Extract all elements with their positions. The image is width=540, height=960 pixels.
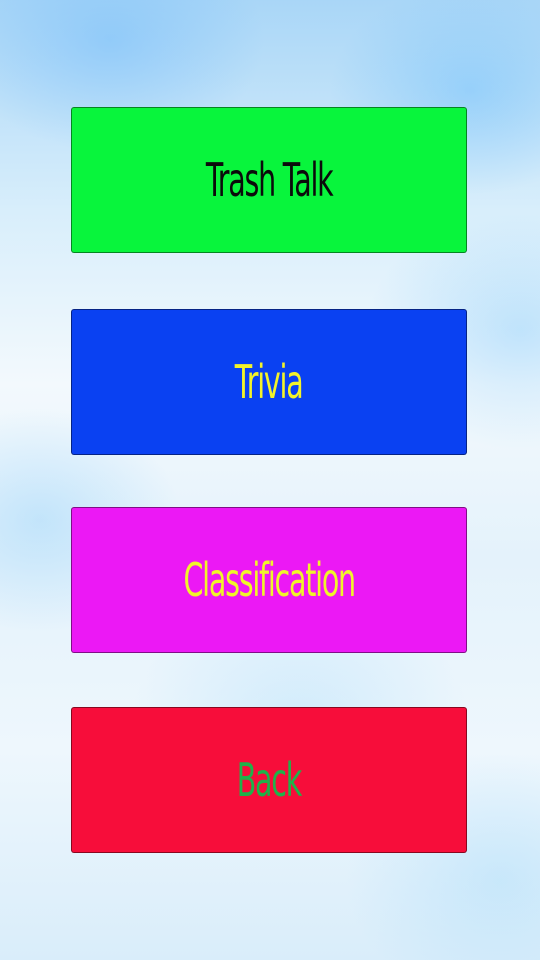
- trivia-button[interactable]: Trivia: [71, 309, 467, 455]
- trivia-label: Trivia: [235, 355, 304, 409]
- trash-talk-label: Trash Talk: [205, 153, 334, 207]
- back-label: Back: [236, 753, 303, 807]
- trash-talk-button[interactable]: Trash Talk: [71, 107, 467, 253]
- classification-label: Classification: [183, 553, 356, 607]
- classification-button[interactable]: Classification: [71, 507, 467, 653]
- back-button[interactable]: Back: [71, 707, 467, 853]
